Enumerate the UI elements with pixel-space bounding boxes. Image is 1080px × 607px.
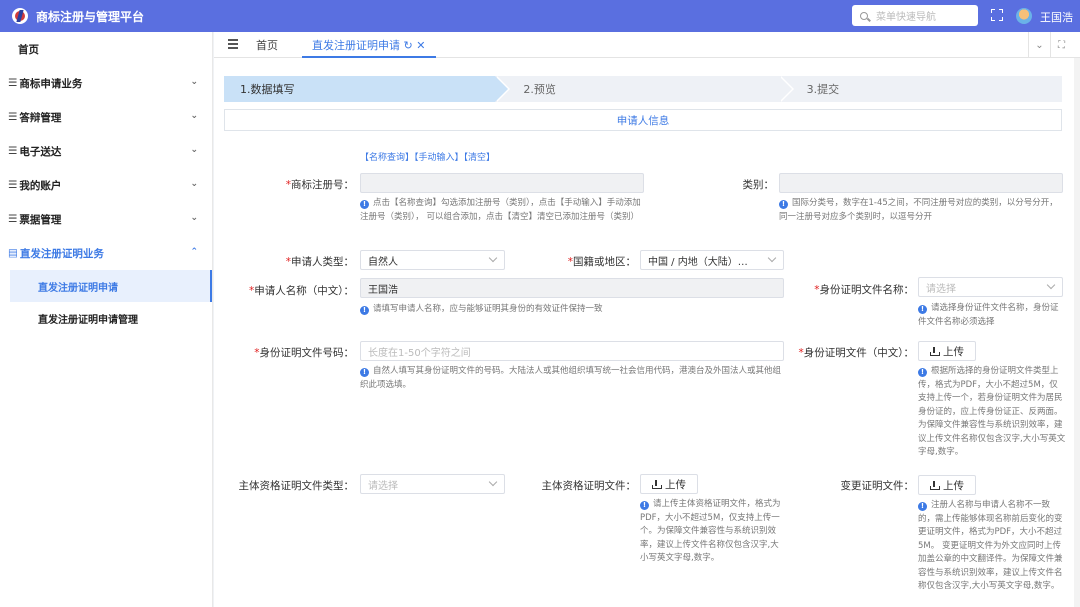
- menu-icon: ☰: [8, 179, 18, 191]
- applicant-type-select[interactable]: 自然人: [360, 250, 505, 270]
- step-submit: 3.提交: [778, 76, 1062, 102]
- qual-file-label: 主体资格证明文件：: [541, 480, 637, 492]
- document-icon: ▤: [8, 247, 18, 259]
- info-icon: !: [918, 502, 927, 511]
- sidebar-group-label: 商标申请业务: [19, 77, 83, 90]
- step-data-entry: 1.数据填写: [224, 76, 511, 102]
- info-icon: !: [360, 200, 369, 209]
- tab-home[interactable]: 首页: [256, 37, 278, 53]
- fullscreen-icon[interactable]: ⛶: [1050, 32, 1072, 58]
- info-icon: !: [640, 501, 649, 510]
- chevron-down-icon: ⌄: [190, 145, 198, 155]
- chevron-down-icon: [488, 253, 498, 263]
- sidebar-group-label: 电子送达: [19, 145, 62, 158]
- upload-change-file-button[interactable]: 上传: [918, 475, 976, 495]
- id-doc-name-select[interactable]: 请选择: [918, 277, 1063, 297]
- id-doc-no-hint: ! 自然人填写其身份证明文件的号码。大陆法人或其他组织填写统一社会信用代码，港澳台…: [360, 366, 782, 390]
- chevron-down-icon: ⌄: [190, 77, 198, 87]
- id-doc-file-hint: ! 根据所选择的身份证明文件类型上传，格式为PDF，大小不超过5M，仅支持上传一个…: [918, 366, 1066, 457]
- menu-icon: ☰: [8, 77, 18, 89]
- refresh-icon[interactable]: ↻: [404, 39, 413, 52]
- logo-icon: [12, 8, 28, 24]
- info-icon: !: [779, 200, 788, 209]
- section-title: 申请人信息: [224, 109, 1062, 131]
- tab-bar: 首页 直发注册证明申请 ↻ ✕ ⌄ ⛶: [214, 32, 1080, 58]
- sidebar-item-home[interactable]: 首页: [0, 32, 212, 66]
- qual-type-select[interactable]: 请选择: [360, 474, 505, 494]
- category-label: 类别：: [742, 179, 775, 191]
- chevron-down-icon[interactable]: ⌄: [1028, 32, 1050, 58]
- change-file-hint: ! 注册人名称与申请人名称不一致的，需上传能够体现名称前后变化的变更证明文件，格式…: [918, 500, 1063, 591]
- upload-icon: [930, 346, 940, 356]
- nationality-label: *国籍或地区：: [567, 256, 636, 268]
- qual-type-label: 主体资格证明文件类型：: [238, 480, 355, 492]
- id-doc-name-label: *身份证明文件名称：: [814, 284, 914, 296]
- menu-icon: ☰: [8, 145, 18, 157]
- close-icon[interactable]: ✕: [416, 39, 425, 52]
- top-bar: 商标注册与管理平台 菜单快速导航 王国浩: [0, 0, 1080, 32]
- upload-icon: [652, 479, 662, 489]
- query-links[interactable]: 【名称查询】【手动输入】【清空】: [360, 150, 495, 163]
- sidebar: 首页 ☰ 商标申请业务 ⌄ ☰ 答辩管理 ⌄ ☰ 电子送达 ⌄ ☰ 我的账户 ⌄ ☰ 票据管理 ⌄ …: [0, 32, 213, 607]
- menu-icon: ☰: [8, 213, 18, 225]
- hamburger-icon[interactable]: [228, 39, 238, 49]
- chevron-down-icon: ⌄: [190, 179, 198, 189]
- category-field[interactable]: [779, 173, 1063, 193]
- fullscreen-icon[interactable]: [991, 9, 1003, 21]
- step-preview: 2.预览: [495, 76, 794, 102]
- applicant-name-label: *申请人名称（中文）：: [249, 285, 354, 297]
- menu-icon: ☰: [8, 111, 18, 123]
- user-name[interactable]: 王国浩: [1040, 9, 1073, 25]
- tab-current-label: 直发注册证明申请: [312, 39, 400, 52]
- menu-search-input[interactable]: 菜单快速导航: [852, 5, 978, 26]
- id-doc-no-label: *身份证明文件号码：: [254, 347, 354, 359]
- sidebar-group-direct-certificate[interactable]: ▤ 直发注册证明业务 ⌃: [0, 236, 212, 270]
- upload-id-doc-button[interactable]: 上传: [918, 341, 976, 361]
- sidebar-group-label: 我的账户: [19, 179, 62, 192]
- upload-icon: [930, 480, 940, 490]
- sidebar-group-trademark-application[interactable]: ☰ 商标申请业务 ⌄: [0, 66, 212, 100]
- chevron-down-icon: ⌄: [190, 213, 198, 223]
- reg-no-label: *商标注册号：: [285, 179, 354, 191]
- info-icon: !: [360, 306, 369, 315]
- id-doc-name-hint: ! 请选择身份证件文件名称，身份证件文件名称必须选择: [918, 303, 1059, 327]
- info-icon: !: [918, 368, 927, 377]
- id-doc-no-field[interactable]: 长度在1-50个字符之间: [360, 341, 784, 361]
- qual-file-hint: ! 请上传主体资格证明文件，格式为PDF，大小不超过5M，仅支持上传一个。为保障文…: [640, 499, 781, 563]
- applicant-name-field[interactable]: 王国浩: [360, 278, 784, 298]
- reg-no-field[interactable]: [360, 173, 644, 193]
- upload-qual-file-button[interactable]: 上传: [640, 474, 698, 494]
- tab-current[interactable]: 直发注册证明申请 ↻ ✕: [312, 37, 425, 53]
- sidebar-group-defense[interactable]: ☰ 答辩管理 ⌄: [0, 100, 212, 134]
- change-file-label: 变更证明文件：: [840, 480, 915, 492]
- avatar[interactable]: [1016, 8, 1032, 24]
- app-title: 商标注册与管理平台: [36, 9, 145, 24]
- sidebar-group-label: 答辩管理: [19, 111, 62, 124]
- category-hint: ! 国际分类号，数字在1-45之间，不同注册号对应的类别，以分号分开，同一注册号对…: [779, 198, 1058, 222]
- reg-no-hint: ! 点击【名称查询】勾选添加注册号（类别），点击【手动输入】手动添加注册号（类别）…: [360, 198, 641, 222]
- sidebar-group-label: 票据管理: [19, 213, 62, 226]
- sidebar-item-certificate-application[interactable]: 直发注册证明申请: [10, 270, 212, 302]
- sidebar-group-account[interactable]: ☰ 我的账户 ⌄: [0, 168, 212, 202]
- sidebar-group-e-delivery[interactable]: ☰ 电子送达 ⌄: [0, 134, 212, 168]
- step-progress: 1.数据填写 2.预览 3.提交: [224, 76, 1062, 102]
- nationality-select[interactable]: 中国 / 内地（大陆）…: [640, 250, 784, 270]
- info-icon: !: [918, 305, 927, 314]
- info-icon: !: [360, 368, 369, 377]
- chevron-down-icon: [767, 253, 777, 263]
- search-placeholder: 菜单快速导航: [876, 12, 936, 23]
- id-doc-file-label: *身份证明文件（中文）：: [798, 347, 915, 359]
- main-content: 1.数据填写 2.预览 3.提交 申请人信息 【名称查询】【手动输入】【清空】 …: [214, 58, 1080, 607]
- sidebar-group-bills[interactable]: ☰ 票据管理 ⌄: [0, 202, 212, 236]
- applicant-name-hint: ! 请填写申请人名称，应与能够证明其身份的有效证件保持一致: [360, 303, 784, 317]
- chevron-up-icon: ⌃: [190, 247, 198, 257]
- chevron-down-icon: [488, 477, 498, 487]
- search-icon: [860, 11, 868, 20]
- scrollbar[interactable]: [1074, 58, 1080, 607]
- chevron-down-icon: ⌄: [190, 111, 198, 121]
- sidebar-item-certificate-management[interactable]: 直发注册证明申请管理: [10, 302, 212, 334]
- applicant-type-label: *申请人类型：: [285, 256, 354, 268]
- sidebar-group-label: 直发注册证明业务: [19, 247, 104, 260]
- chevron-down-icon: [1046, 280, 1056, 290]
